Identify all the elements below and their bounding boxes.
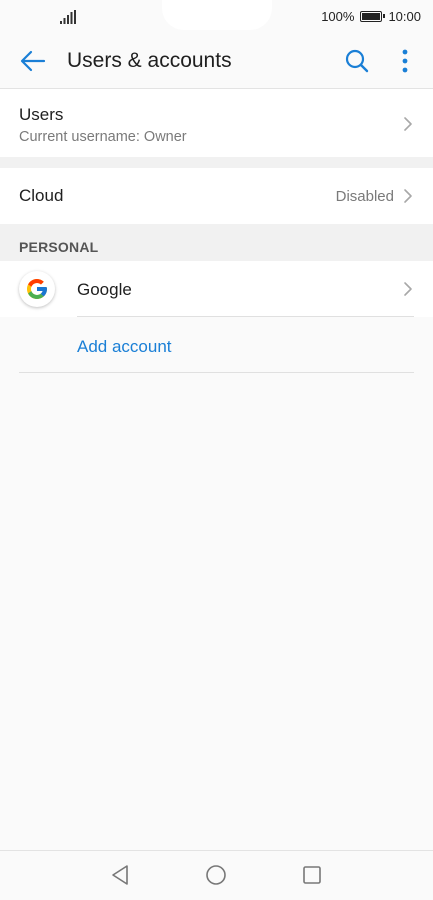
camera-notch: [162, 0, 272, 30]
back-button[interactable]: [18, 46, 48, 76]
page-title: Users & accounts: [67, 49, 232, 72]
google-account-row[interactable]: Google: [0, 261, 433, 317]
account-label: Google: [77, 280, 132, 299]
battery-percent: 100%: [321, 9, 355, 24]
more-options-button[interactable]: [391, 47, 419, 75]
users-subtitle: Current username: Owner: [19, 129, 187, 145]
chevron-right-icon: [404, 189, 412, 203]
section-header-label: PERSONAL: [19, 239, 99, 255]
chevron-right-icon: [404, 117, 412, 131]
nav-back-button[interactable]: [108, 863, 132, 887]
circle-home-icon: [206, 865, 226, 885]
users-title: Users: [19, 105, 64, 124]
square-recent-icon: [303, 866, 321, 884]
cloud-row[interactable]: Cloud Disabled: [0, 168, 433, 224]
personal-section-header: PERSONAL: [0, 224, 433, 261]
cloud-title: Cloud: [19, 186, 64, 205]
users-row[interactable]: Users Current username: Owner: [0, 89, 433, 157]
google-icon: [27, 279, 47, 299]
search-icon: [345, 49, 369, 73]
signal-icon: [60, 10, 76, 24]
google-avatar: [19, 271, 55, 307]
more-vertical-icon: [402, 49, 408, 73]
chevron-right-icon: [404, 282, 412, 296]
nav-recent-button[interactable]: [300, 863, 324, 887]
divider: [19, 372, 414, 373]
arrow-left-icon: [20, 50, 46, 72]
section-gap: [0, 157, 433, 168]
screen: 100% 10:00 Users & accounts Users Curren…: [0, 0, 433, 900]
nav-home-button[interactable]: [204, 863, 228, 887]
status-bar: 100% 10:00: [0, 0, 433, 34]
triangle-back-icon: [112, 865, 128, 885]
cloud-status-value: Disabled: [335, 188, 394, 205]
clock: 10:00: [388, 9, 421, 24]
battery-icon: [360, 11, 386, 22]
app-bar: Users & accounts: [0, 34, 433, 89]
navigation-bar: [0, 850, 433, 900]
settings-list: Users Current username: Owner Cloud Disa…: [0, 89, 433, 373]
add-account-row: Add account: [0, 317, 433, 373]
add-account-link[interactable]: Add account: [77, 337, 172, 357]
status-right: 100% 10:00: [321, 9, 421, 24]
search-button[interactable]: [343, 47, 371, 75]
